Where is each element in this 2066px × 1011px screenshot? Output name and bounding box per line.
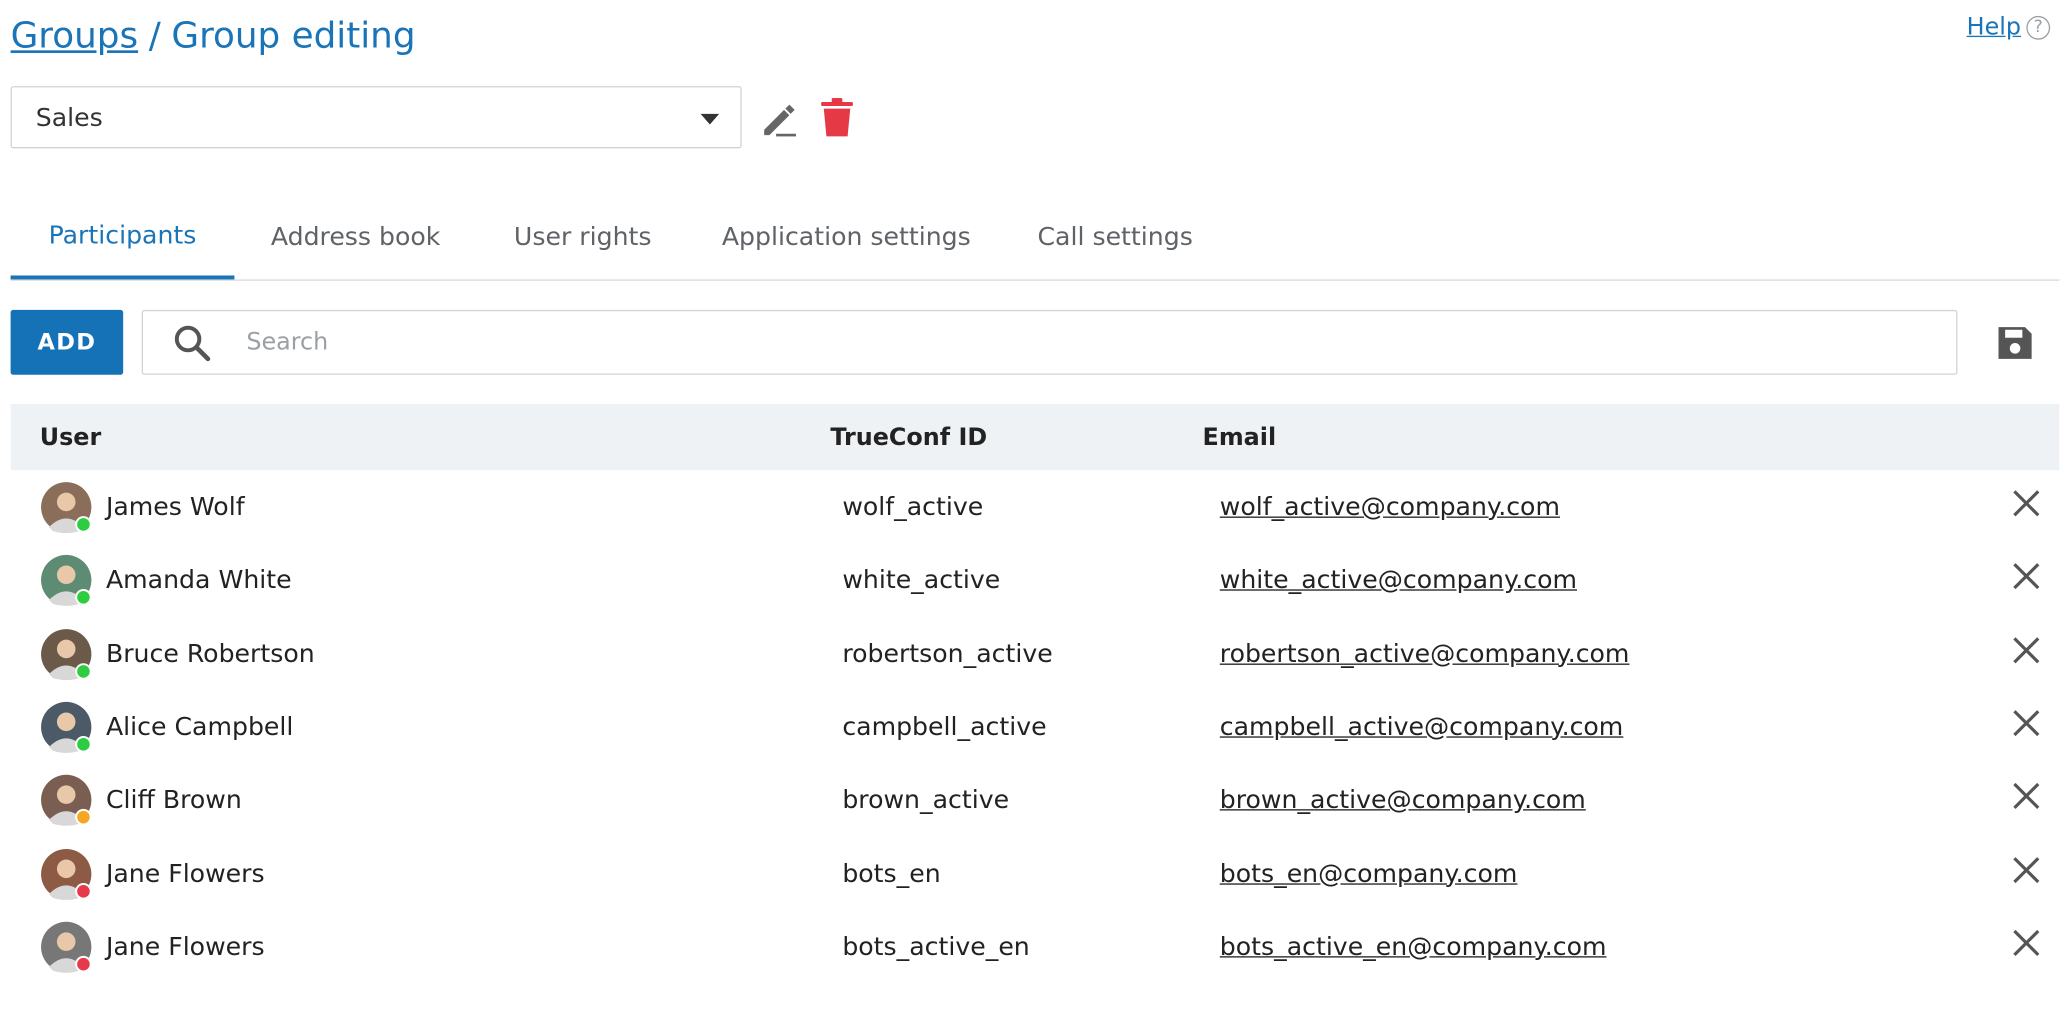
group-select[interactable]: Sales <box>10 86 742 149</box>
avatar <box>41 482 92 534</box>
user-name: Alice Campbell <box>105 712 294 742</box>
trueconf-id: campbell_active <box>842 712 1047 742</box>
avatar <box>41 921 92 973</box>
status-indicator <box>75 882 92 899</box>
breadcrumb: Groups / Group editing <box>11 16 416 57</box>
tab-bar: Participants Address book User rights Ap… <box>10 196 2060 281</box>
tab-user-rights[interactable]: User rights <box>477 196 689 278</box>
avatar <box>41 848 92 900</box>
table-row[interactable]: James Wolf wolf_active wolf_active@company… <box>11 471 2060 544</box>
help-link[interactable]: Help <box>1967 13 2021 41</box>
user-name: James Wolf <box>105 492 245 522</box>
status-indicator <box>75 735 92 753</box>
status-indicator <box>75 662 92 680</box>
email-link[interactable]: bots_active_en@company.com <box>1220 932 1607 961</box>
status-indicator <box>75 516 92 533</box>
close-icon[interactable] <box>2010 854 2042 886</box>
trueconf-id: brown_active <box>842 785 1010 815</box>
email-link[interactable]: wolf_active@company.com <box>1220 493 1560 522</box>
email-link[interactable]: bots_en@company.com <box>1220 859 1518 888</box>
trueconf-id: white_active <box>842 565 1001 596</box>
email-link[interactable]: campbell_active@company.com <box>1220 712 1624 741</box>
user-name: Bruce Robertson <box>105 639 315 669</box>
email-link[interactable]: robertson_active@company.com <box>1220 639 1630 668</box>
close-icon[interactable] <box>2010 780 2042 812</box>
tab-application-settings[interactable]: Application settings <box>689 196 1004 278</box>
help: Help ? <box>1967 13 2051 41</box>
close-icon[interactable] <box>2010 561 2042 593</box>
table-row[interactable]: Jane Flowers bots_active_en bots_active_en… <box>11 911 2060 984</box>
table-row[interactable]: Cliff Brown brown_active brown_active@comp… <box>11 764 2060 837</box>
save-icon[interactable] <box>1995 323 2035 363</box>
search-input[interactable] <box>243 327 1839 358</box>
email-link[interactable]: white_active@company.com <box>1220 566 1577 595</box>
table-row[interactable]: Amanda White white_active white_active@com… <box>11 545 2060 618</box>
breadcrumb-separator: / <box>148 15 161 57</box>
close-icon[interactable] <box>2010 487 2042 519</box>
close-icon[interactable] <box>2010 707 2042 739</box>
status-indicator <box>75 589 92 606</box>
group-select-value: Sales <box>35 102 103 132</box>
table-header: User TrueConf ID Email <box>10 403 2060 471</box>
user-name: Amanda White <box>105 565 292 596</box>
trueconf-id: bots_active_en <box>842 932 1030 962</box>
caret-down-icon <box>700 113 720 125</box>
tab-participants[interactable]: Participants <box>10 196 235 280</box>
search-icon <box>174 325 211 361</box>
pencil-icon[interactable] <box>758 98 800 140</box>
avatar <box>41 555 92 607</box>
column-header-email[interactable]: Email <box>1203 424 1277 452</box>
avatar <box>41 628 92 680</box>
search-box <box>141 309 1958 375</box>
table-row[interactable]: Alice Campbell campbell_active campbell_ac… <box>11 691 2060 764</box>
user-name: Cliff Brown <box>105 785 242 815</box>
trueconf-id: robertson_active <box>842 639 1053 669</box>
trash-icon[interactable] <box>818 98 855 138</box>
email-link[interactable]: brown_active@company.com <box>1220 786 1586 815</box>
question-icon[interactable]: ? <box>2026 15 2051 40</box>
status-indicator <box>75 955 92 973</box>
breadcrumb-groups-link[interactable]: Groups <box>11 16 139 57</box>
page-title: Group editing <box>171 15 416 57</box>
status-indicator <box>75 809 92 826</box>
close-icon[interactable] <box>2010 927 2042 959</box>
table-row[interactable]: Jane Flowers bots_en bots_en@company.com <box>11 838 2060 911</box>
add-button[interactable]: ADD <box>10 309 124 375</box>
column-header-trueconf-id[interactable]: TrueConf ID <box>830 424 987 452</box>
user-name: Jane Flowers <box>105 932 265 962</box>
table-row[interactable]: Bruce Robertson robertson_active robertson… <box>11 618 2060 691</box>
trueconf-id: wolf_active <box>842 492 984 522</box>
trueconf-id: bots_en <box>842 858 941 889</box>
avatar <box>41 701 92 753</box>
close-icon[interactable] <box>2010 634 2042 666</box>
tab-call-settings[interactable]: Call settings <box>1004 196 1226 278</box>
user-name: Jane Flowers <box>105 858 265 889</box>
column-header-user[interactable]: User <box>40 424 101 452</box>
avatar <box>41 775 92 827</box>
tab-address-book[interactable]: Address book <box>234 196 476 278</box>
